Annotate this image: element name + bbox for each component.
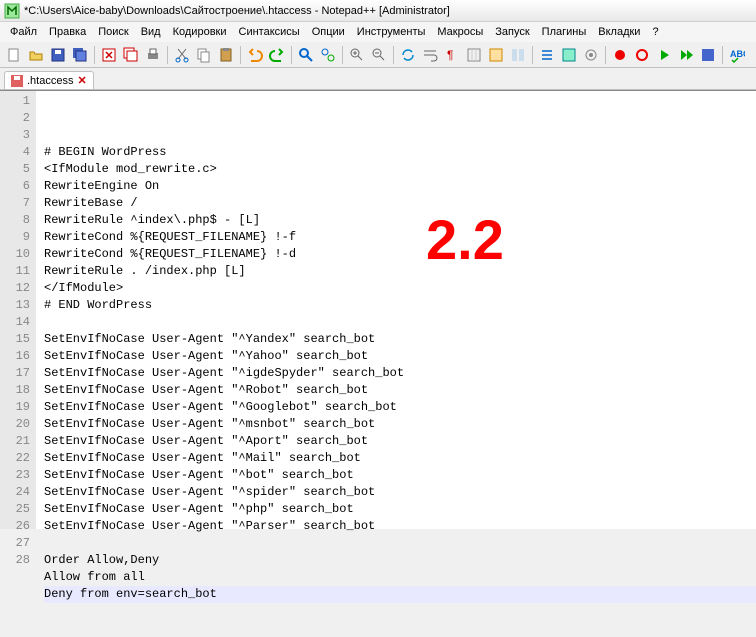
- print-button[interactable]: [143, 45, 163, 65]
- save-icon: [11, 75, 23, 87]
- menu-encoding[interactable]: Кодировки: [167, 24, 233, 40]
- wordwrap-button[interactable]: [420, 45, 440, 65]
- record-button[interactable]: [610, 45, 630, 65]
- code-area[interactable]: # BEGIN WordPress<IfModule mod_rewrite.c…: [36, 91, 756, 529]
- code-line[interactable]: RewriteCond %{REQUEST_FILENAME} !-d: [44, 246, 756, 263]
- play-multi-button[interactable]: [676, 45, 696, 65]
- save-macro-button[interactable]: [698, 45, 718, 65]
- tab-label: .htaccess: [27, 75, 73, 87]
- code-line[interactable]: RewriteRule . /index.php [L]: [44, 263, 756, 280]
- titlebar: *C:\Users\Aice-baby\Downloads\Сайтострое…: [0, 0, 756, 22]
- save-button[interactable]: [48, 45, 68, 65]
- undo-button[interactable]: [245, 45, 265, 65]
- code-line[interactable]: SetEnvIfNoCase User-Agent "^Parser" sear…: [44, 518, 756, 535]
- menu-view[interactable]: Вид: [135, 24, 167, 40]
- monitor-button[interactable]: [581, 45, 601, 65]
- show-all-button[interactable]: ¶: [442, 45, 462, 65]
- code-line[interactable]: SetEnvIfNoCase User-Agent "^bot" search_…: [44, 467, 756, 484]
- doc-map-button[interactable]: [508, 45, 528, 65]
- code-line[interactable]: SetEnvIfNoCase User-Agent "^Yahoo" searc…: [44, 348, 756, 365]
- code-line[interactable]: Allow from all: [44, 569, 756, 586]
- tab-htaccess[interactable]: .htaccess ✕: [4, 71, 94, 89]
- tabbar: .htaccess ✕: [0, 68, 756, 90]
- code-line[interactable]: <IfModule mod_rewrite.c>: [44, 161, 756, 178]
- code-line[interactable]: # END WordPress: [44, 297, 756, 314]
- code-line[interactable]: </IfModule>: [44, 280, 756, 297]
- menu-run[interactable]: Запуск: [489, 24, 535, 40]
- menu-options[interactable]: Опции: [306, 24, 351, 40]
- toolbar: ¶ ABC: [0, 42, 756, 68]
- folder-button[interactable]: [559, 45, 579, 65]
- tab-close-button[interactable]: ✕: [77, 74, 86, 87]
- menu-plugins[interactable]: Плагины: [536, 24, 593, 40]
- code-line[interactable]: SetEnvIfNoCase User-Agent "^Aport" searc…: [44, 433, 756, 450]
- stop-record-button[interactable]: [632, 45, 652, 65]
- code-line[interactable]: SetEnvIfNoCase User-Agent "^spider" sear…: [44, 484, 756, 501]
- code-line[interactable]: SetEnvIfNoCase User-Agent "^msnbot" sear…: [44, 416, 756, 433]
- code-line[interactable]: SetEnvIfNoCase User-Agent "^php" search_…: [44, 501, 756, 518]
- play-button[interactable]: [654, 45, 674, 65]
- code-line[interactable]: RewriteRule ^index\.php$ - [L]: [44, 212, 756, 229]
- code-line[interactable]: # BEGIN WordPress: [44, 144, 756, 161]
- menu-file[interactable]: Файл: [4, 24, 43, 40]
- redo-button[interactable]: [267, 45, 287, 65]
- menu-help[interactable]: ?: [646, 24, 664, 40]
- lang-button[interactable]: [486, 45, 506, 65]
- code-line[interactable]: RewriteBase /: [44, 195, 756, 212]
- menubar: Файл Правка Поиск Вид Кодировки Синтакси…: [0, 22, 756, 42]
- close-all-button[interactable]: [121, 45, 141, 65]
- zoom-in-button[interactable]: [347, 45, 367, 65]
- code-line[interactable]: SetEnvIfNoCase User-Agent "^Mail" search…: [44, 450, 756, 467]
- svg-text:¶: ¶: [447, 48, 453, 62]
- menu-tabs[interactable]: Вкладки: [592, 24, 646, 40]
- save-all-button[interactable]: [70, 45, 90, 65]
- zoom-out-button[interactable]: [369, 45, 389, 65]
- paste-button[interactable]: [216, 45, 236, 65]
- new-file-button[interactable]: [4, 45, 24, 65]
- menu-macros[interactable]: Макросы: [431, 24, 489, 40]
- func-list-button[interactable]: [537, 45, 557, 65]
- editor: 1234567891011121314151617181920212223242…: [0, 90, 756, 529]
- menu-tools[interactable]: Инструменты: [351, 24, 432, 40]
- code-line[interactable]: SetEnvIfNoCase User-Agent "^Googlebot" s…: [44, 399, 756, 416]
- menu-search[interactable]: Поиск: [92, 24, 134, 40]
- code-line[interactable]: RewriteEngine On: [44, 178, 756, 195]
- code-line[interactable]: [44, 535, 756, 552]
- close-button[interactable]: [99, 45, 119, 65]
- menu-syntax[interactable]: Синтаксисы: [233, 24, 306, 40]
- app-icon: [4, 3, 20, 19]
- copy-button[interactable]: [194, 45, 214, 65]
- code-line[interactable]: Deny from env=search_bot: [44, 586, 756, 603]
- code-line[interactable]: SetEnvIfNoCase User-Agent "^Yandex" sear…: [44, 331, 756, 348]
- replace-button[interactable]: [318, 45, 338, 65]
- find-button[interactable]: [296, 45, 316, 65]
- window-title: *C:\Users\Aice-baby\Downloads\Сайтострое…: [24, 5, 450, 17]
- menu-edit[interactable]: Правка: [43, 24, 92, 40]
- sync-button[interactable]: [398, 45, 418, 65]
- code-line[interactable]: SetEnvIfNoCase User-Agent "^igdeSpyder" …: [44, 365, 756, 382]
- indent-guide-button[interactable]: [464, 45, 484, 65]
- spellcheck-button[interactable]: ABC: [727, 45, 747, 65]
- open-file-button[interactable]: [26, 45, 46, 65]
- code-line[interactable]: [44, 127, 756, 144]
- code-line[interactable]: SetEnvIfNoCase User-Agent "^Robot" searc…: [44, 382, 756, 399]
- line-gutter: 1234567891011121314151617181920212223242…: [0, 91, 36, 529]
- code-line[interactable]: RewriteCond %{REQUEST_FILENAME} !-f: [44, 229, 756, 246]
- code-line[interactable]: [44, 314, 756, 331]
- code-line[interactable]: Order Allow,Deny: [44, 552, 756, 569]
- cut-button[interactable]: [172, 45, 192, 65]
